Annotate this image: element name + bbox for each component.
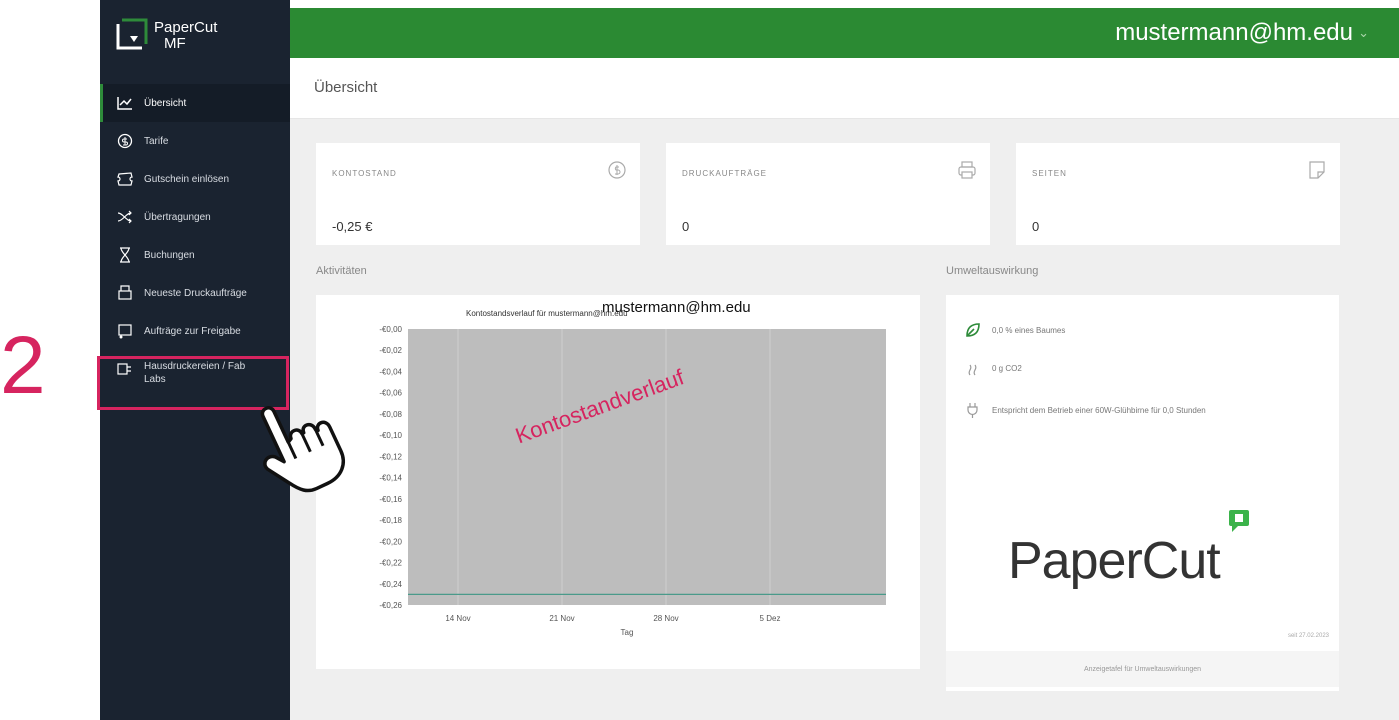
y-tick-label: -€0,06 [379,389,402,398]
x-tick-label: 28 Nov [653,614,678,623]
shuffle-icon [116,208,134,226]
environment-card: 0,0 % eines Baumes 0 g CO2 Entspricht de… [946,295,1339,691]
sidebar-item-druckauftraege[interactable]: Neueste Druckaufträge [100,274,290,312]
x-tick-label: 21 Nov [549,614,574,623]
env-dashboard-link[interactable]: Anzeigetafel für Umweltauswirkungen [946,651,1339,687]
sidebar-item-label: Übersicht [144,97,187,109]
plug-icon [967,403,978,418]
header-bar: mustermann@hm.edu ⌄ [290,8,1399,58]
sidebar-item-freigabe[interactable]: Aufträge zur Freigabe [100,312,290,350]
page-title-bar: Übersicht [290,58,1399,119]
env-since: seit 27.02.2023 [1287,633,1329,639]
print-jobs-value: 0 [682,219,690,234]
user-menu[interactable]: mustermann@hm.edu [1115,19,1353,47]
main-content: KONTOSTAND -0,25 € DRUCKAUFTRÄGE 0 SEITE… [290,119,1399,720]
logo-name: PaperCut [154,19,218,36]
x-tick-label: 14 Nov [445,614,470,623]
y-tick-label: -€0,20 [379,537,402,546]
x-tick-label: 5 Dez [760,614,781,623]
sidebar-item-label: Gutschein einlösen [144,173,230,185]
x-axis-label: Tag [621,628,634,637]
environment-title: Umweltauswirkung [946,265,1039,277]
hourglass-icon [116,246,134,264]
y-tick-label: -€0,26 [379,601,402,610]
sidebar-item-uebersicht[interactable]: Übersicht [100,84,290,122]
step-number-annotation: 2 [0,320,46,411]
printer-icon [958,161,976,179]
papercut-wordmark: PaperCut [1008,532,1221,590]
y-tick-label: -€0,04 [379,367,402,376]
pages-card: SEITEN 0 [1016,143,1340,245]
sidebar-item-label: Tarife [144,135,169,147]
papercut-logo-icon [1229,510,1249,532]
coin-icon [608,161,626,179]
sidebar-item-tarife[interactable]: Tarife [100,122,290,160]
y-tick-label: -€0,24 [379,580,402,589]
y-tick-label: -€0,16 [379,495,402,504]
y-tick-label: -€0,18 [379,516,402,525]
pages-value: 0 [1032,219,1040,234]
release-icon [116,322,134,340]
chevron-down-icon[interactable]: ⌄ [1358,25,1369,41]
sidebar-item-label: Buchungen [144,249,195,261]
y-tick-label: -€0,08 [379,410,402,419]
sidebar-item-label: Neueste Druckaufträge [144,287,247,299]
smoke-icon [968,364,977,376]
page-title: Übersicht [314,79,378,96]
page-icon [1309,161,1325,179]
sidebar-item-label: Aufträge zur Freigabe [144,325,241,337]
env-co2-row: 0 g CO2 [964,359,1022,377]
sidebar-item-buchungen[interactable]: Buchungen [100,236,290,274]
print-jobs-icon [116,284,134,302]
y-tick-label: -€0,12 [379,452,402,461]
balance-chart-card: Kontostandsverlauf für mustermann@hm.edu… [316,295,920,669]
balance-card: KONTOSTAND -0,25 € [316,143,640,245]
y-tick-label: -€0,02 [379,346,402,355]
balance-value: -0,25 € [332,219,373,234]
env-co2-text: 0 g CO2 [992,363,1022,373]
env-tree-text: 0,0 % eines Baumes [992,325,1066,335]
y-tick-label: -€0,22 [379,559,402,568]
sidebar-item-label: Übertragungen [144,211,211,223]
papercut-logo-icon [116,18,148,50]
env-energy-row: Entspricht dem Betrieb einer 60W-Glühbir… [964,401,1206,419]
logo-sub: MF [164,35,186,52]
y-tick-label: -€0,14 [379,474,402,483]
balance-label: KONTOSTAND [332,169,397,178]
coin-icon [116,132,134,150]
y-tick-label: -€0,10 [379,431,402,440]
line-chart-icon [116,94,134,112]
sidebar-item-gutschein[interactable]: Gutschein einlösen [100,160,290,198]
activities-title: Aktivitäten [316,265,367,277]
balance-chart: 14 Nov 21 Nov 28 Nov 5 Dez -€0,00 -€0,02 -€0,0… [379,325,886,637]
ticket-icon [116,170,134,188]
pages-label: SEITEN [1032,169,1067,178]
print-jobs-label: DRUCKAUFTRÄGE [682,169,768,178]
plot-area [408,329,886,605]
pointing-hand-icon [260,406,346,493]
sidebar-nav: Übersicht Tarife Gutschein einlösen Über… [100,84,290,398]
y-tick-label: -€0,00 [379,325,402,334]
env-tree-row: 0,0 % eines Baumes [964,321,1065,339]
leaf-icon [966,323,980,337]
sidebar-item-uebertragungen[interactable]: Übertragungen [100,198,290,236]
env-energy-text: Entspricht dem Betrieb einer 60W-Glühbir… [992,405,1206,415]
print-jobs-card: DRUCKAUFTRÄGE 0 [666,143,990,245]
